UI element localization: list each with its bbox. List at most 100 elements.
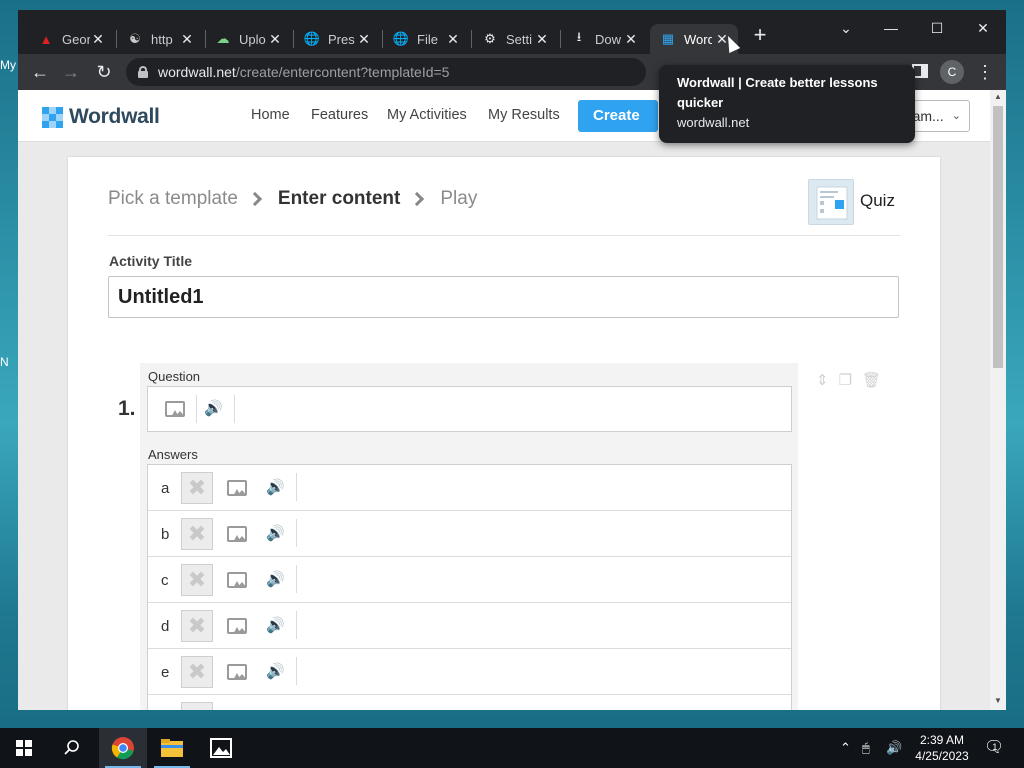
incorrect-toggle-icon[interactable]: ✖ <box>181 610 213 642</box>
answer-row[interactable]: c ✖ 🔊 <box>148 557 791 603</box>
tab-label: File <box>417 31 438 47</box>
scroll-up-icon[interactable]: ▲ <box>994 92 1002 101</box>
back-button[interactable]: ← <box>28 60 52 84</box>
taskbar-file-explorer[interactable] <box>148 728 196 768</box>
profile-avatar[interactable]: C <box>940 60 964 84</box>
address-bar[interactable]: wordwall.net/create/entercontent?templat… <box>126 58 646 86</box>
image-icon[interactable] <box>227 618 247 634</box>
answer-row[interactable]: d ✖ 🔊 <box>148 603 791 649</box>
activity-title-input[interactable]: Untitled1 <box>108 276 899 318</box>
close-tab-icon[interactable]: ✕ <box>445 31 461 47</box>
reorder-icon[interactable]: ⇕ <box>816 371 829 389</box>
system-clock[interactable]: 2:39 AM 4/25/2023 <box>908 732 976 764</box>
incorrect-toggle-icon[interactable]: ✖ <box>181 564 213 596</box>
sound-icon[interactable]: 🔊 <box>266 526 285 542</box>
crumb-play[interactable]: Play <box>440 188 477 210</box>
incorrect-toggle-icon[interactable]: ✖ <box>181 656 213 688</box>
close-tab-icon[interactable]: ✕ <box>90 31 106 47</box>
close-tab-icon[interactable]: ✕ <box>179 31 195 47</box>
question-number: 1. <box>118 397 136 420</box>
volume-icon[interactable]: 🔊 <box>886 728 902 768</box>
network-icon[interactable]: 🖱 <box>862 728 870 768</box>
cloud-upload-icon: ☁ <box>216 31 230 46</box>
close-tab-icon[interactable]: ✕ <box>356 31 372 47</box>
close-window-button[interactable]: ✕ <box>963 14 1003 42</box>
image-icon[interactable] <box>227 526 247 542</box>
browser-tab[interactable]: ☯ http ✕ <box>117 24 203 54</box>
quiz-template-icon[interactable] <box>808 179 854 225</box>
download-icon: ⭳ <box>576 29 582 44</box>
taskbar-photos[interactable] <box>197 728 245 768</box>
nav-home[interactable]: Home <box>251 107 290 123</box>
scrollbar-thumb[interactable] <box>993 106 1003 368</box>
reload-button[interactable]: ↻ <box>92 60 116 84</box>
template-name: Quiz <box>860 191 895 210</box>
sound-icon[interactable]: 🔊 <box>266 572 285 588</box>
desktop-icon-label: My <box>0 58 16 72</box>
new-tab-button[interactable]: + <box>748 24 772 48</box>
taskbar: ⌃ 🖱 🔊 2:39 AM 4/25/2023 🗨1 <box>0 728 1024 768</box>
sound-icon[interactable]: 🔊 <box>204 401 223 417</box>
browser-tab[interactable]: ⭳ Dow ✕ <box>561 24 647 54</box>
incorrect-toggle-icon[interactable]: ✖ <box>181 472 213 504</box>
notifications-icon[interactable]: 🗨1 <box>984 728 1009 768</box>
gear-icon: ⚙ <box>484 31 496 46</box>
divider <box>296 611 297 639</box>
nav-my-results[interactable]: My Results <box>488 107 560 123</box>
crumb-pick-template[interactable]: Pick a template <box>108 188 238 210</box>
lock-icon <box>138 66 148 78</box>
image-icon[interactable] <box>227 572 247 588</box>
maximize-button[interactable]: ☐ <box>917 14 957 42</box>
wordwall-logo[interactable]: Wordwall <box>42 105 160 129</box>
globe-icon: 🌐 <box>303 31 321 46</box>
start-button[interactable] <box>0 728 48 768</box>
duplicate-icon[interactable]: ❐ <box>839 371 852 389</box>
delete-icon[interactable]: 🗑 <box>862 371 881 389</box>
question-label: Question <box>148 369 201 384</box>
image-icon[interactable] <box>227 480 247 496</box>
answer-row[interactable]: b ✖ 🔊 <box>148 511 791 557</box>
browser-tab[interactable]: 🌐 Pres ✕ <box>294 24 380 54</box>
divider <box>196 395 197 423</box>
tooltip-url: wordwall.net <box>677 115 750 130</box>
page-scrollbar[interactable]: ▲ ▼ <box>990 90 1006 710</box>
tab-label: Word <box>684 31 712 47</box>
close-tab-icon[interactable]: ✕ <box>623 31 639 47</box>
create-button[interactable]: Create <box>578 100 658 132</box>
sound-icon[interactable]: 🔊 <box>266 480 285 496</box>
clock-date: 4/25/2023 <box>915 749 969 763</box>
answer-row[interactable] <box>148 695 791 710</box>
nav-my-activities[interactable]: My Activities <box>387 107 467 123</box>
browser-tab[interactable]: ☁ Uplo ✕ <box>205 24 291 54</box>
question-tools: ⇕ ❐ 🗑 <box>816 371 881 389</box>
scroll-down-icon[interactable]: ▼ <box>994 696 1002 705</box>
search-button[interactable] <box>48 728 96 768</box>
show-hidden-icons[interactable]: ⌃ <box>840 728 851 768</box>
browser-menu-icon[interactable]: ⋮ <box>976 60 994 84</box>
image-icon[interactable] <box>227 664 247 680</box>
taskbar-chrome[interactable] <box>99 728 147 768</box>
minimize-button[interactable]: — <box>871 14 911 42</box>
divider <box>234 395 235 423</box>
notification-count: 1 <box>992 742 998 752</box>
browser-tab[interactable]: ▲ Geor ✕ <box>28 24 114 54</box>
answer-row[interactable]: a ✖ 🔊 <box>148 465 791 511</box>
answer-row[interactable]: e ✖ 🔊 <box>148 649 791 695</box>
tab-search-button[interactable]: ⌄ <box>826 14 866 42</box>
close-tab-icon[interactable]: ✕ <box>267 31 283 47</box>
url-path: /create/entercontent?templateId=5 <box>235 64 450 80</box>
incorrect-toggle-icon[interactable]: ✖ <box>181 518 213 550</box>
tab-label: Dow <box>595 31 622 47</box>
close-tab-icon[interactable]: ✕ <box>534 31 550 47</box>
image-icon[interactable] <box>165 401 185 417</box>
incorrect-toggle-icon[interactable] <box>181 702 213 710</box>
sound-icon[interactable]: 🔊 <box>266 664 285 680</box>
sound-icon[interactable]: 🔊 <box>266 618 285 634</box>
question-input[interactable]: 🔊 <box>147 386 792 432</box>
search-icon <box>64 740 79 755</box>
browser-tab[interactable]: 🌐 File ✕ <box>383 24 469 54</box>
forward-button[interactable]: → <box>59 60 83 84</box>
browser-tab[interactable]: ⚙ Setti ✕ <box>472 24 558 54</box>
nav-features[interactable]: Features <box>311 107 368 123</box>
windows-logo-icon <box>16 740 32 756</box>
